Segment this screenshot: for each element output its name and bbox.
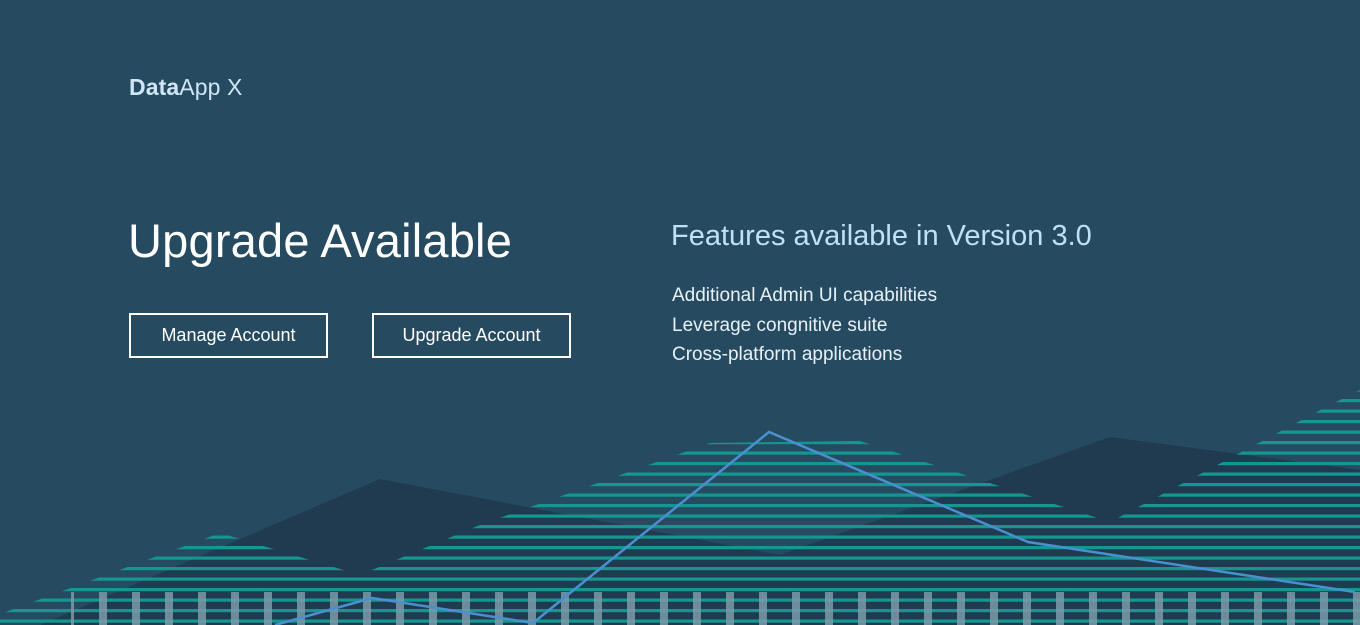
features-title: Features available in Version 3.0 — [671, 220, 1092, 252]
upgrade-account-button[interactable]: Upgrade Account — [372, 313, 571, 358]
brand-rest: App X — [179, 74, 243, 100]
feature-item: Additional Admin UI capabilities — [672, 285, 938, 306]
feature-item: Leverage congnitive suite — [672, 314, 888, 336]
teal-striped-hill — [0, 390, 1360, 625]
feature-item: Cross-platform applications — [672, 344, 903, 365]
app-logo: DataApp X — [129, 74, 242, 101]
manage-account-button[interactable]: Manage Account — [129, 313, 328, 358]
page-title: Upgrade Available — [128, 214, 513, 267]
bottom-bars — [71, 592, 1360, 625]
features-list: Additional Admin UI capabilities Leverag… — [672, 281, 937, 370]
brand-bold: Data — [129, 74, 180, 100]
